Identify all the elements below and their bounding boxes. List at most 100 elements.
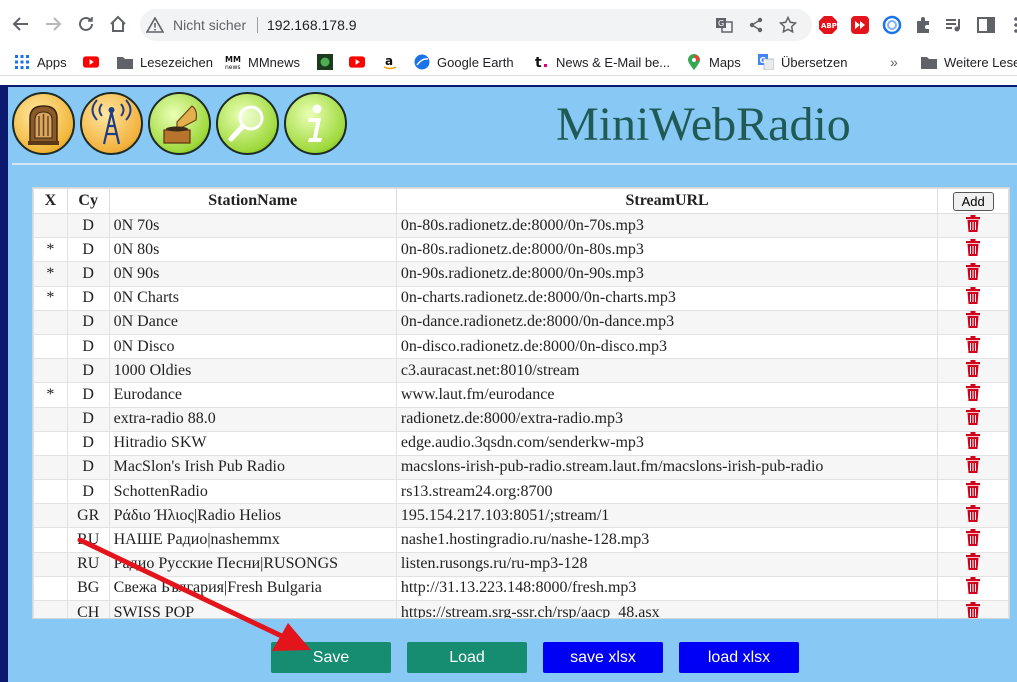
station-table-container[interactable]: X Cy StationName StreamURL Add D 0N 70s 0n… [32,187,1010,619]
back-button[interactable] [9,12,33,36]
favorite-marker-cell[interactable] [33,599,68,618]
share-icon[interactable] [747,16,765,34]
table-row[interactable]: RU Радио Русские Песни|RUSONGS listen.ruso… [33,551,1009,577]
station-name-cell[interactable]: Eurodance [108,382,397,408]
bookmark-star-icon[interactable] [779,16,797,34]
stream-url-cell[interactable]: listen.rusongs.ru/ru-mp3-128 [395,551,939,577]
bookmark-google-earth[interactable]: Google Earth [414,51,514,73]
station-name-cell[interactable]: Hitradio SKW [108,430,397,456]
search-nav-button[interactable] [216,92,279,155]
antenna-nav-button[interactable] [80,92,143,155]
stream-url-cell[interactable]: radionetz.de:8000/extra-radio.mp3 [395,406,939,432]
country-cell[interactable]: D [66,333,110,360]
country-cell[interactable]: D [66,212,110,239]
bookmark-t-online[interactable]: t News & E-Mail be... [533,51,670,73]
station-name-cell[interactable]: SWISS POP [108,599,397,618]
home-button[interactable] [106,12,130,36]
stream-url-cell[interactable]: 0n-charts.radionetz.de:8000/0n-charts.mp… [395,285,939,311]
warning-triangle-icon[interactable] [145,16,165,38]
trash-icon[interactable] [966,238,981,260]
favorite-marker-cell[interactable] [33,358,68,384]
trash-icon[interactable] [966,601,981,618]
table-row[interactable]: * D Eurodance www.laut.fm/eurodance [33,382,1009,408]
favorite-marker-cell[interactable] [33,333,68,360]
stream-url-cell[interactable]: 0n-90s.radionetz.de:8000/0n-90s.mp3 [395,261,939,287]
table-row[interactable]: D 0N Dance 0n-dance.radionetz.de:8000/0n-d… [33,309,1009,335]
favorite-marker-cell[interactable] [33,527,68,553]
country-cell[interactable]: CH [66,599,110,618]
country-cell[interactable]: D [66,309,110,335]
gramophone-nav-button[interactable] [148,92,211,155]
table-row[interactable]: D 0N 70s 0n-80s.radionetz.de:8000/0n-70s.m… [33,212,1009,239]
bookmark-mmnews[interactable]: MM news MMnews [225,51,300,73]
trash-icon[interactable] [966,262,981,284]
table-row[interactable]: * D 0N Charts 0n-charts.radionetz.de:8000/0… [33,285,1009,311]
load-button[interactable]: Load [407,642,527,673]
country-cell[interactable]: D [66,261,110,287]
table-row[interactable]: BG Свежа България|Fresh Bulgaria http://31… [33,575,1009,602]
station-name-cell[interactable]: SchottenRadio [108,479,397,505]
station-name-cell[interactable]: 0N Charts [108,285,397,311]
trash-icon[interactable] [966,383,981,405]
favorite-marker-cell[interactable] [33,479,68,505]
station-name-cell[interactable]: 0N Dance [108,309,397,335]
favorite-marker-cell[interactable] [33,454,68,481]
column-header-stream-url[interactable]: StreamURL [395,188,939,214]
save-button[interactable]: Save [271,642,391,673]
url-text[interactable]: 192.168.178.9 [267,17,357,33]
trash-icon[interactable] [966,480,981,502]
station-name-cell[interactable]: 0N 70s [108,212,397,239]
bookmark-maps[interactable]: Maps [686,51,741,73]
table-row[interactable]: * D 0N 80s 0n-80s.radionetz.de:8000/0n-80s.… [33,237,1009,263]
trash-icon[interactable] [966,287,981,308]
circle-extension-icon[interactable] [882,15,902,35]
trash-icon[interactable] [966,553,981,574]
trash-icon[interactable] [966,311,981,332]
table-row[interactable]: CH SWISS POP https://stream.srg-ssr.ch/rsp… [33,599,1009,618]
trash-icon[interactable] [966,504,981,526]
favorite-marker-cell[interactable] [33,551,68,577]
table-row[interactable]: D Hitradio SKW edge.audio.3qsdn.com/sender… [33,430,1009,456]
stream-url-cell[interactable]: nashe1.hostingradio.ru/nashe-128.mp3 [395,527,939,553]
table-row[interactable]: D 1000 Oldies c3.auracast.net:8010/stream [33,358,1009,384]
bookmark-amazon[interactable]: a [382,51,405,73]
stream-url-cell[interactable]: https://stream.srg-ssr.ch/rsp/aacp_48.as… [395,599,939,618]
bookmark-lesezeichen[interactable]: Lesezeichen [117,51,213,73]
station-name-cell[interactable]: НАШЕ Радио|nashemmx [108,527,397,553]
table-row[interactable]: * D 0N 90s 0n-90s.radionetz.de:8000/0n-90s.… [33,261,1009,287]
adblock-plus-icon[interactable]: ABP [818,15,838,35]
station-name-cell[interactable]: 0N 80s [108,237,397,263]
country-cell[interactable]: D [66,479,110,505]
stream-url-cell[interactable]: www.laut.fm/eurodance [395,382,939,408]
favorite-marker-cell[interactable] [33,575,68,602]
table-row[interactable]: D MacSlon's Irish Pub Radio macslons-irish… [33,454,1009,481]
table-row[interactable]: RU НАШЕ Радио|nashemmx nashe1.hostingradio… [33,527,1009,553]
bookmarks-overflow-button[interactable]: » [890,51,898,73]
stream-url-cell[interactable]: edge.audio.3qsdn.com/senderkw-mp3 [395,430,939,456]
stream-url-cell[interactable]: 0n-dance.radionetz.de:8000/0n-dance.mp3 [395,309,939,335]
trash-icon[interactable] [966,359,981,381]
stream-url-cell[interactable]: c3.auracast.net:8010/stream [395,358,939,384]
bookmark-uebersetzen[interactable]: G Übersetzen [758,51,847,73]
station-name-cell[interactable]: MacSlon's Irish Pub Radio [108,454,397,481]
radio-nav-button[interactable] [12,92,75,155]
country-cell[interactable]: D [66,454,110,481]
favorite-marker-cell[interactable] [33,430,68,456]
side-panel-icon[interactable] [976,15,996,35]
country-cell[interactable]: BG [66,575,110,602]
stream-url-cell[interactable]: macslons-irish-pub-radio.stream.laut.fm/… [395,454,939,481]
load-xlsx-button[interactable]: load xlsx [679,642,799,673]
reload-button[interactable] [74,12,98,36]
station-name-cell[interactable]: 0N Disco [108,333,397,360]
station-name-cell[interactable]: Свежа България|Fresh Bulgaria [108,575,397,602]
favorite-marker-cell[interactable]: * [33,285,68,311]
bookmark-weitere-lesezeichen[interactable]: Weitere Lese [921,51,1017,73]
trash-icon[interactable] [966,456,981,477]
country-cell[interactable]: GR [66,503,110,529]
country-cell[interactable]: D [66,382,110,408]
favorite-marker-cell[interactable]: * [33,237,68,263]
stream-url-cell[interactable]: http://31.13.223.148:8000/fresh.mp3 [395,575,939,602]
extensions-puzzle-icon[interactable] [913,15,933,35]
media-queue-icon[interactable] [944,15,964,35]
favorite-marker-cell[interactable] [33,212,68,239]
